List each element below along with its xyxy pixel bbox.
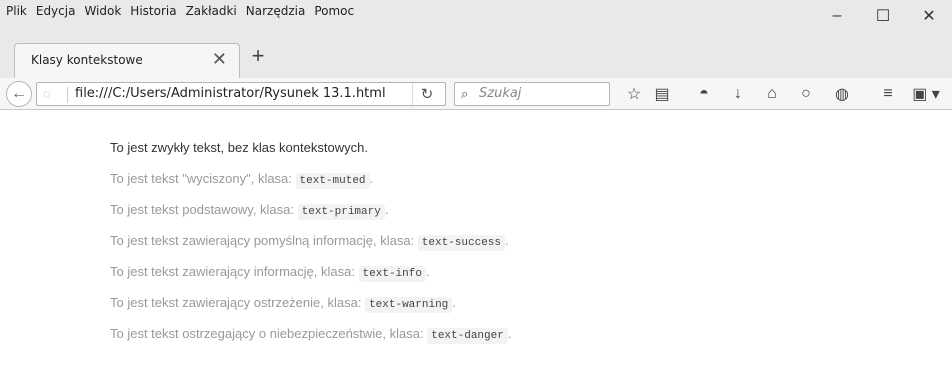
back-button[interactable]: ← [6, 81, 32, 107]
menu-item-historia[interactable]: Historia [130, 4, 176, 18]
url-text[interactable]: file:///C:/Users/Administrator/Rysunek 1… [75, 86, 386, 101]
close-button[interactable]: ✕ [906, 0, 952, 32]
class-code: text-muted [295, 173, 370, 189]
line-suffix: . [425, 264, 430, 279]
tab-title: Klasy kontekstowe [31, 53, 143, 67]
menu-item-narzedzia[interactable]: Narzędzia [246, 4, 306, 18]
menu-item-edycja[interactable]: Edycja [36, 4, 76, 18]
line-suffix: . [452, 295, 456, 310]
class-code: text-info [358, 266, 426, 282]
back-arrow-icon: ← [11, 85, 27, 102]
text-muted-line: To jest tekst "wyciszony", klasa: text-m… [110, 171, 511, 189]
pocket-icon[interactable]: ◓ [690, 82, 718, 106]
home-icon[interactable]: ⌂ [758, 82, 786, 106]
menu-bar: Plik Edycja Widok Historia Zakładki Narz… [6, 4, 354, 18]
star-icon[interactable]: ☆ [620, 82, 648, 106]
line-suffix: . [505, 233, 509, 248]
search-icon: ⌕ [461, 86, 469, 101]
menu-icon[interactable]: ≡ [874, 82, 902, 106]
line-text: To jest tekst "wyciszony", klasa: [110, 171, 296, 186]
text-danger-line: To jest tekst ostrzegający o niebezpiecz… [110, 326, 512, 344]
tab-close-icon[interactable]: ✕ [212, 49, 227, 70]
menu-item-widok[interactable]: Widok [84, 4, 121, 18]
menu-item-zakladki[interactable]: Zakładki [186, 4, 237, 18]
reading-list-icon[interactable]: ▤ [648, 82, 676, 106]
text-warning-line: To jest tekst zawierający ostrzeżenie, k… [110, 295, 511, 313]
extension-icon[interactable]: ▣ ▾ [906, 82, 946, 106]
text-success-line: To jest tekst zawierający pomyślną infor… [110, 233, 511, 251]
menu-item-pomoc[interactable]: Pomoc [314, 4, 354, 18]
line-text: To jest tekst zawierający informację, kl… [110, 264, 359, 279]
addon-icon[interactable]: ◍ [828, 82, 856, 106]
navigation-toolbar: ← ◌ file:///C:/Users/Administrator/Rysun… [0, 78, 952, 110]
reload-icon[interactable]: ↻ [412, 83, 441, 105]
class-code: text-primary [297, 204, 385, 220]
line-text: To jest tekst zawierający pomyślną infor… [110, 233, 418, 248]
line-suffix: . [384, 202, 389, 217]
text-primary-line: To jest tekst podstawowy, klasa: text-pr… [110, 202, 511, 220]
text-info-line: To jest tekst zawierający informację, kl… [110, 264, 511, 282]
tab-active[interactable]: Klasy kontekstowe ✕ [14, 43, 240, 78]
window-controls: – ☐ ✕ [814, 0, 952, 32]
url-bar[interactable]: ◌ file:///C:/Users/Administrator/Rysunek… [36, 82, 446, 106]
download-icon[interactable]: ↓ [724, 82, 752, 106]
search-bar[interactable]: ⌕ Szukaj [454, 82, 610, 106]
globe-icon: ◌ [43, 86, 51, 101]
maximize-button[interactable]: ☐ [860, 0, 906, 32]
class-code: text-success [417, 235, 506, 251]
page-content: To jest zwykły tekst, bez klas konteksto… [110, 140, 511, 357]
url-separator [67, 87, 68, 103]
line-suffix: . [369, 171, 374, 186]
line-text: To jest tekst zawierający ostrzeżenie, k… [110, 295, 366, 310]
browser-chrome: Plik Edycja Widok Historia Zakładki Narz… [0, 0, 952, 78]
new-tab-button[interactable]: + [246, 42, 270, 70]
chat-icon[interactable]: ○ [792, 82, 820, 106]
class-code: text-danger [427, 328, 508, 344]
text-plain-line: To jest zwykły tekst, bez klas konteksto… [110, 140, 511, 156]
line-text: To jest zwykły tekst, bez klas konteksto… [110, 140, 368, 155]
line-text: To jest tekst ostrzegający o niebezpiecz… [110, 326, 428, 341]
minimize-button[interactable]: – [814, 0, 860, 32]
menu-item-plik[interactable]: Plik [6, 4, 27, 18]
line-suffix: . [507, 326, 512, 341]
class-code: text-warning [365, 297, 453, 313]
search-placeholder[interactable]: Szukaj [479, 86, 521, 101]
line-text: To jest tekst podstawowy, klasa: [110, 202, 298, 217]
